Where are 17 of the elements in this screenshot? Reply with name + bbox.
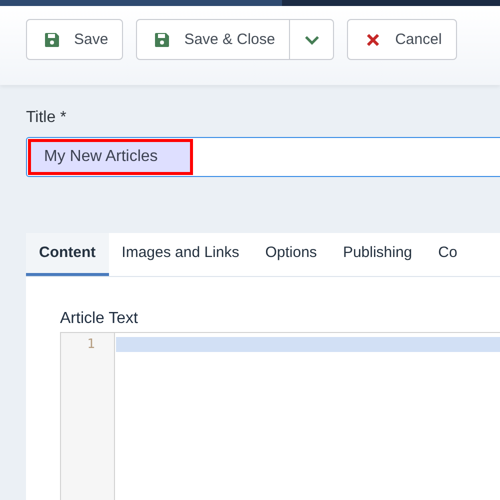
article-text-label: Article Text — [60, 310, 139, 329]
save-icon — [154, 32, 170, 48]
line-number: 1 — [86, 336, 96, 352]
tab[interactable]: Images and Links — [108, 233, 252, 276]
tab[interactable]: Co — [425, 233, 470, 276]
title-value: My New Articles — [28, 139, 193, 175]
tab[interactable]: Options — [252, 233, 330, 276]
toolbar-button[interactable]: Save — [26, 19, 124, 60]
title-label: Title * — [26, 109, 68, 128]
toolbar-button[interactable]: Cancel — [347, 19, 457, 60]
dropdown-button[interactable] — [290, 19, 334, 60]
close-icon — [365, 32, 382, 48]
save-icon — [44, 32, 60, 48]
tab[interactable]: Content — [26, 233, 109, 276]
title-field[interactable]: My New Articles — [26, 137, 500, 177]
toolbar-button[interactable]: Save & Close — [136, 19, 290, 60]
tab[interactable]: Publishing — [330, 233, 426, 276]
